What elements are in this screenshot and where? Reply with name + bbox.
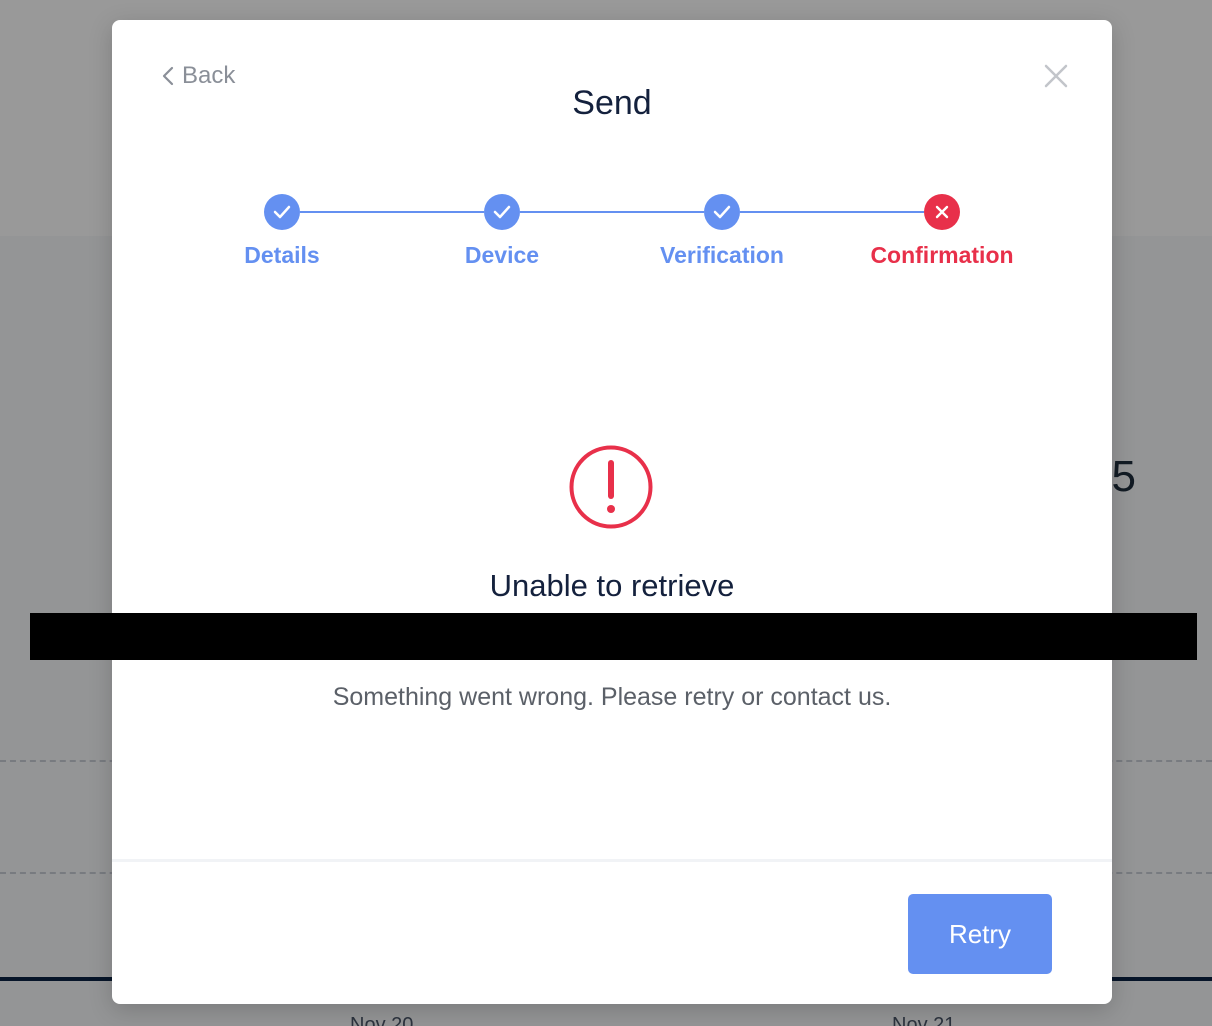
modal-title: Send: [572, 84, 652, 122]
step-verification: Verification: [622, 192, 822, 269]
alert-circle-icon: [568, 444, 654, 530]
footer-divider: [112, 859, 1112, 862]
redaction-bar: [30, 613, 1197, 660]
step-label: Confirmation: [870, 242, 1014, 268]
retry-button[interactable]: Retry: [908, 894, 1052, 974]
progress-stepper: Details Device Verification Confirmation: [112, 192, 1112, 282]
chevron-left-icon: [162, 66, 174, 86]
send-modal: Back Send Details Device Verification Co…: [112, 20, 1112, 1004]
x-icon: [924, 194, 960, 230]
check-icon: [704, 194, 740, 230]
step-label: Verification: [660, 242, 784, 268]
check-icon: [484, 194, 520, 230]
step-confirmation: Confirmation: [842, 192, 1042, 269]
step-label: Details: [244, 242, 320, 268]
check-icon: [264, 194, 300, 230]
error-message: Something went wrong. Please retry or co…: [332, 683, 892, 711]
step-details: Details: [182, 192, 382, 269]
error-heading: Unable to retrieve: [489, 568, 735, 603]
step-device: Device: [402, 192, 602, 269]
step-label: Device: [464, 242, 540, 268]
